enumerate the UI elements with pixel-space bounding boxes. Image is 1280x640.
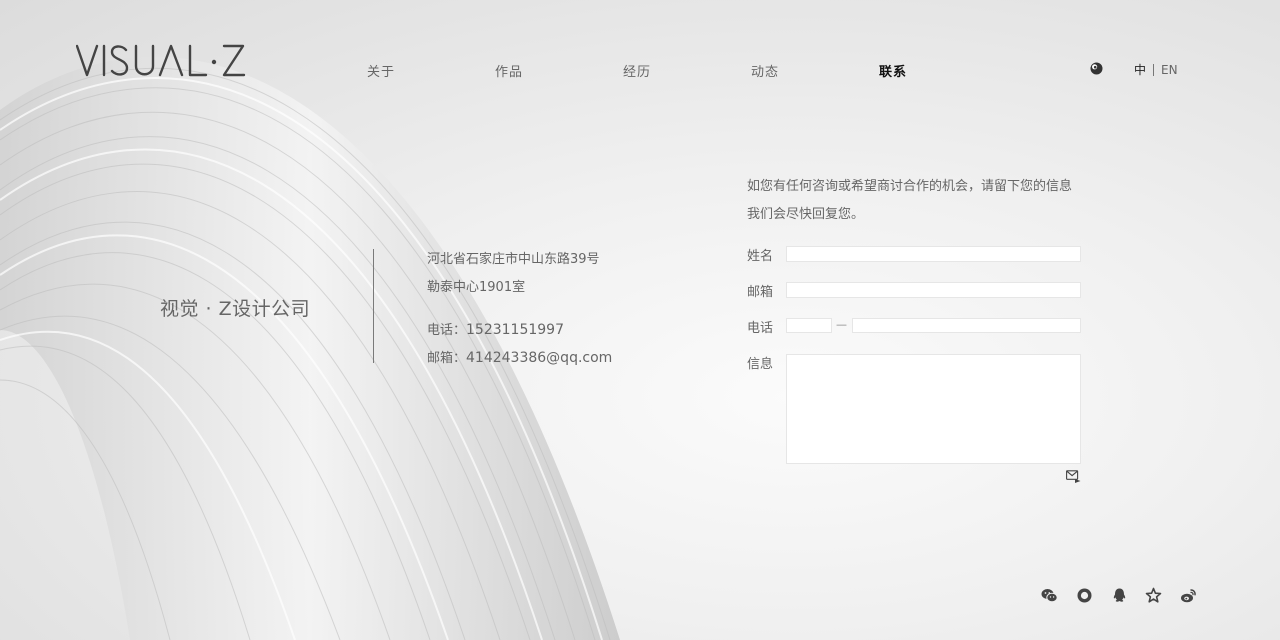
email-label: 邮箱： (427, 351, 467, 366)
nav-item-news[interactable]: 动态 (751, 61, 779, 80)
nav-item-about[interactable]: 关于 (367, 61, 395, 80)
phone-label: 电话： (427, 323, 467, 338)
company-email: 邮箱：414243386@qq.com (427, 347, 612, 366)
lang-en-button[interactable]: EN (1161, 63, 1178, 77)
email-input[interactable] (786, 282, 1081, 298)
company-phone: 电话：15231151997 (427, 319, 564, 338)
phone-input[interactable] (852, 318, 1081, 333)
star-icon[interactable] (1145, 587, 1162, 604)
phone-separator: — (836, 318, 847, 331)
name-input[interactable] (786, 246, 1081, 262)
message-textarea[interactable] (786, 354, 1081, 464)
nav-item-contact[interactable]: 联系 (879, 61, 907, 80)
nav-item-works[interactable]: 作品 (495, 61, 523, 80)
weibo-icon[interactable] (1180, 587, 1197, 604)
email-field-label: 邮箱 (747, 285, 774, 300)
nav-item-experience[interactable]: 经历 (623, 61, 651, 80)
lang-divider (1153, 63, 1155, 76)
qq-icon[interactable] (1111, 587, 1128, 604)
message-label: 信息 (747, 357, 774, 372)
circle-icon[interactable] (1076, 587, 1093, 604)
email-value[interactable]: 414243386@qq.com (466, 350, 612, 366)
main-nav: 关于 作品 经历 动态 联系 (0, 61, 1280, 80)
form-intro-line-2: 我们会尽快回复您。 (747, 207, 865, 222)
phone-value: 15231151997 (466, 322, 564, 338)
name-label: 姓名 (747, 249, 774, 264)
language-switcher: 中 EN (1134, 61, 1178, 78)
company-name: 视觉 · Z设计公司 (160, 298, 311, 320)
lang-zh-button[interactable]: 中 (1134, 61, 1146, 78)
send-mail-icon[interactable] (1066, 470, 1081, 483)
phone-field-label: 电话 (747, 321, 774, 336)
form-intro-line-1: 如您有任何咨询或希望商讨合作的机会，请留下您的信息 (747, 179, 1073, 194)
theme-toggle-icon[interactable] (1090, 62, 1103, 75)
area-code-input[interactable] (786, 318, 832, 333)
vertical-divider (373, 249, 374, 363)
address-line-1: 河北省石家庄市中山东路39号 (427, 252, 600, 267)
wechat-icon[interactable] (1041, 587, 1058, 604)
address-line-2: 勒泰中心1901室 (427, 280, 526, 295)
